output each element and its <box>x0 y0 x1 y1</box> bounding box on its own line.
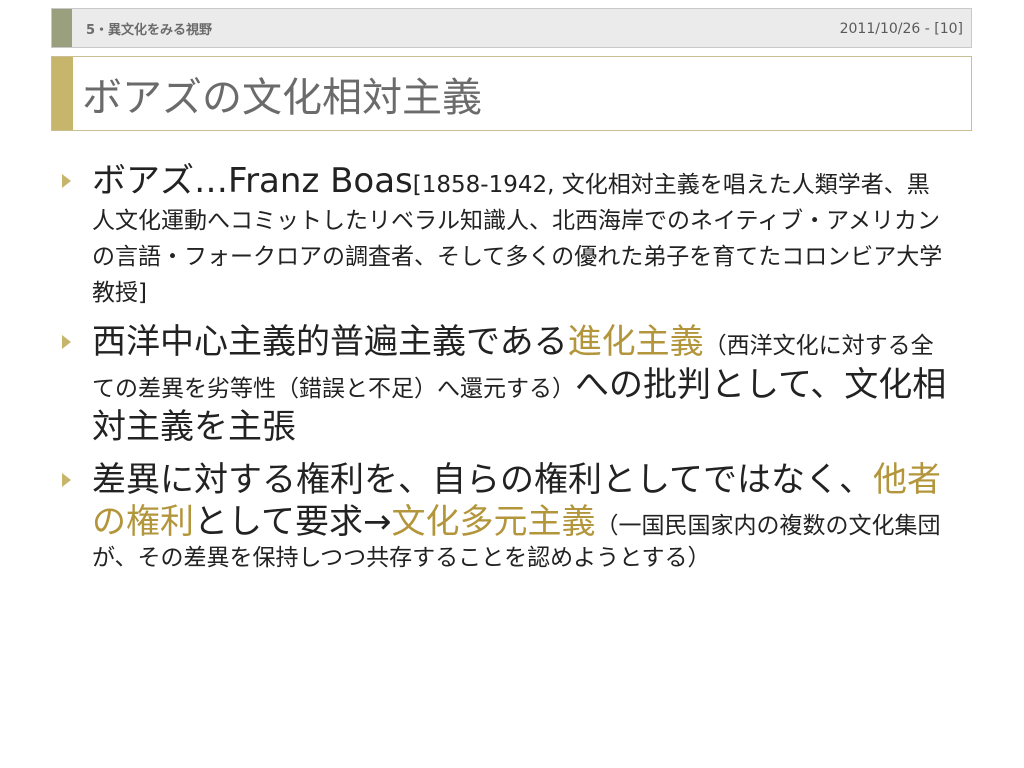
highlight-evolutionism: 進化主義 <box>567 322 704 362</box>
highlight-cultural-pluralism: 文化多元主義 <box>391 502 596 542</box>
slide-title: ボアズの文化相対主義 <box>82 75 482 121</box>
bullet-triangle-icon <box>62 472 71 487</box>
section-label: 5・異文化をみる視野 <box>86 23 213 38</box>
bullet-item-pluralism: 差異に対する権利を、自らの権利としてではなく、他者の権利として要求→文化多元主義… <box>62 459 952 573</box>
header-accent-stripe <box>52 9 72 47</box>
bullet-text-part1: 西洋中心主義的普遍主義である <box>92 322 568 362</box>
bullet-triangle-icon <box>62 174 71 188</box>
bullet-list: ボアズ…Franz Boas[1858-1942, 文化相対主義を唱えた人類学者… <box>62 160 952 582</box>
bullet-text-part2: として要求→ <box>194 502 392 542</box>
bullet-item-critique: 西洋中心主義的普遍主義である進化主義（西洋文化に対する全ての差異を劣等性（錯誤と… <box>62 321 952 449</box>
header-bar: 5・異文化をみる視野 2011/10/26 - [10] <box>51 8 972 48</box>
bullet-item-boas: ボアズ…Franz Boas[1858-1942, 文化相対主義を唱えた人類学者… <box>62 160 952 311</box>
bullet-text-part1: 差異に対する権利を、自らの権利としてではなく、 <box>92 459 873 500</box>
bullet-main-text: ボアズ…Franz Boas <box>92 161 413 201</box>
date-page-indicator: 2011/10/26 - [10] <box>839 21 963 37</box>
title-bar: ボアズの文化相対主義 <box>51 56 972 131</box>
bullet-triangle-icon <box>62 335 71 349</box>
title-accent-stripe <box>52 57 73 130</box>
